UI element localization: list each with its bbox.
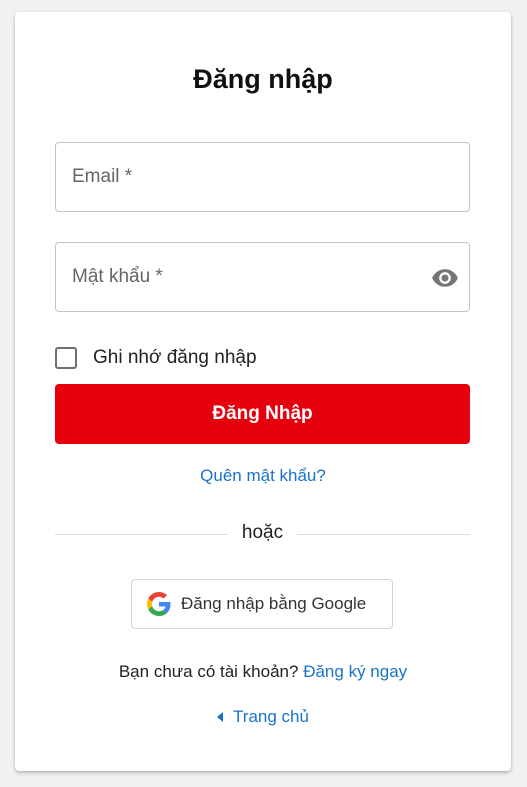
login-card: Đăng nhập Email * Mật khẩu * Ghi nhớ đăn… — [15, 12, 511, 771]
forgot-password-link[interactable]: Quên mật khẩu? — [15, 466, 511, 486]
signup-prompt: Bạn chưa có tài khoản? — [118, 662, 299, 681]
google-button-label: Đăng nhập bằng Google — [181, 594, 367, 613]
email-field[interactable]: Email * — [55, 142, 470, 212]
email-label: Email * — [72, 166, 133, 187]
eye-icon[interactable] — [431, 264, 459, 292]
signup-row: Bạn chưa có tài khoản? Đăng ký ngay — [15, 662, 511, 682]
remember-me[interactable]: Ghi nhớ đăng nhập — [55, 346, 257, 370]
remember-checkbox[interactable] — [55, 347, 77, 369]
home-link[interactable]: Trang chủ — [15, 707, 511, 727]
remember-label: Ghi nhớ đăng nhập — [93, 347, 257, 368]
home-link-label: Trang chủ — [233, 707, 309, 726]
password-field[interactable]: Mật khẩu * — [55, 242, 470, 312]
google-login-button[interactable]: Đăng nhập bằng Google — [131, 579, 393, 629]
signup-link[interactable]: Đăng ký ngay — [303, 662, 407, 681]
login-button[interactable]: Đăng Nhập — [55, 384, 470, 444]
password-label: Mật khẩu * — [72, 266, 163, 287]
google-g-icon — [147, 592, 171, 616]
divider-line-left — [55, 534, 228, 535]
caret-left-icon — [217, 711, 224, 722]
divider-line-right — [297, 534, 470, 535]
page-title: Đăng nhập — [193, 64, 333, 94]
divider-text: hoặc — [241, 522, 284, 543]
